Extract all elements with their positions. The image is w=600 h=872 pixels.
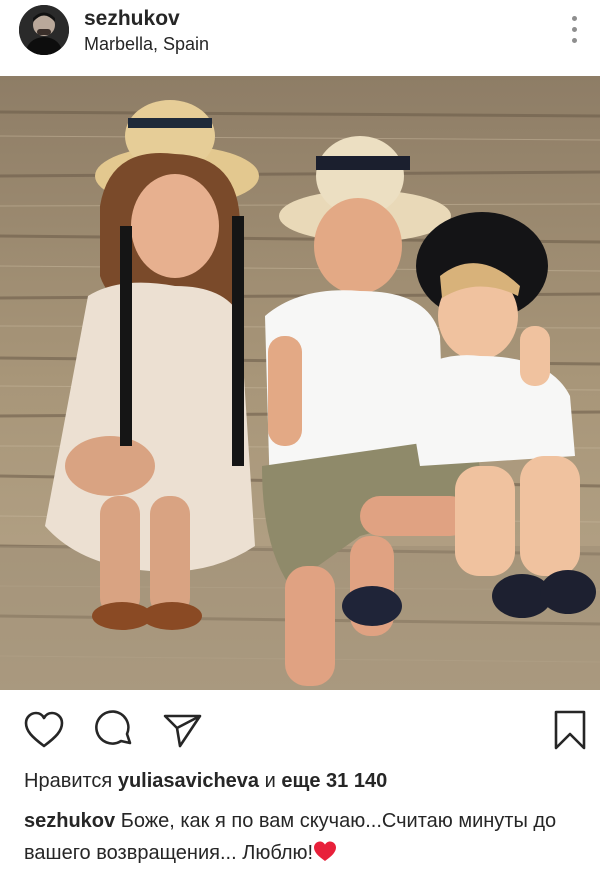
avatar-image bbox=[19, 5, 69, 55]
likes-conjunction: и bbox=[264, 770, 276, 792]
more-vertical-icon-dot bbox=[572, 38, 577, 43]
post-photo[interactable] bbox=[0, 76, 600, 690]
like-button[interactable] bbox=[22, 708, 66, 752]
liked-by-user[interactable]: yuliasavicheva bbox=[118, 770, 259, 792]
bookmark-icon bbox=[554, 710, 586, 750]
post-username[interactable]: sezhukov bbox=[84, 7, 180, 31]
avatar[interactable] bbox=[19, 5, 69, 55]
share-button[interactable] bbox=[160, 708, 204, 752]
post-caption: sezhukov Боже, как я по вам скучаю...Счи… bbox=[24, 805, 584, 872]
heart-outline-icon bbox=[24, 711, 64, 748]
red-heart-emoji bbox=[313, 840, 337, 872]
save-button[interactable] bbox=[548, 708, 592, 752]
paper-plane-icon bbox=[163, 714, 202, 748]
post-image bbox=[0, 76, 600, 690]
post-header: sezhukov Marbella, Spain bbox=[0, 0, 600, 76]
post-actions bbox=[0, 700, 600, 756]
likes-summary: Нравится yuliasavicheva и еще 31 140 bbox=[24, 770, 387, 793]
more-vertical-icon bbox=[572, 16, 577, 21]
comment-bubble-icon bbox=[95, 710, 132, 745]
likes-prefix: Нравится bbox=[24, 770, 113, 792]
more-options-button[interactable] bbox=[560, 14, 590, 46]
caption-username[interactable]: sezhukov bbox=[24, 810, 115, 832]
likes-count[interactable]: еще 31 140 bbox=[281, 770, 387, 792]
post-location[interactable]: Marbella, Spain bbox=[84, 34, 209, 55]
comment-button[interactable] bbox=[92, 708, 136, 752]
more-vertical-icon-dot bbox=[572, 27, 577, 32]
